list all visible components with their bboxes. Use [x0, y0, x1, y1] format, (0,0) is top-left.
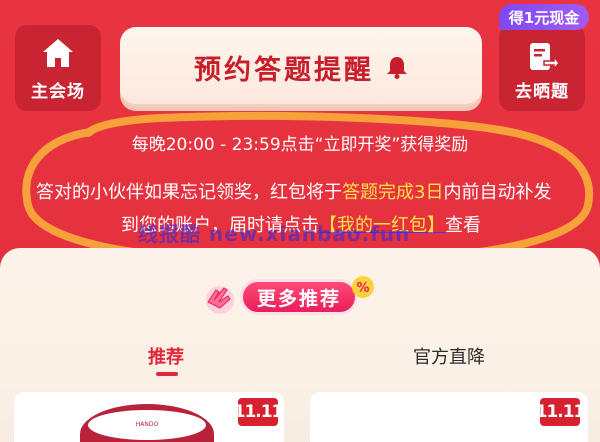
product-brand-text: HANDO [135, 421, 159, 428]
more-recommend-header: 更多推荐 % [200, 274, 374, 322]
double-eleven-badge: 11.11 [234, 398, 283, 426]
notice-time-line: 每晚20:00 - 23:59点击“立即开奖”获得奖励 [131, 135, 469, 155]
tab-active-indicator [156, 372, 178, 376]
svg-text:%: % [356, 281, 369, 296]
share-quiz-button[interactable]: 去晒题 [499, 25, 585, 111]
cash-reward-badge: 得1元现金 [499, 4, 589, 30]
main-venue-label: 主会场 [31, 82, 85, 102]
hand-wave-icon [206, 286, 234, 314]
bell-icon [387, 57, 407, 79]
notice-line2-suffix: 内前自动补发 [443, 182, 552, 203]
quiz-reminder-label: 预约答题提醒 [194, 54, 374, 86]
main-venue-button[interactable]: 主会场 [15, 25, 101, 111]
discount-tag-icon: % [352, 276, 374, 298]
notice-line2-prefix: 答对的小伙伴如果忘记领奖，红包将于 [36, 182, 342, 203]
share-doc-icon [530, 43, 560, 72]
notice-line2-highlight: 答题完成3日 [342, 182, 444, 203]
notice-line3-suffix: 查看 [445, 215, 481, 236]
share-quiz-label: 去晒题 [515, 82, 569, 102]
notice-reissue-line: 答对的小伙伴如果忘记领奖，红包将于答题完成3日内前自动补发 [36, 178, 551, 204]
tab-official-discount[interactable]: 官方直降 [413, 343, 485, 369]
double-eleven-badge: 11.11 [536, 398, 585, 426]
more-recommend-title: 更多推荐 [240, 279, 358, 315]
tab-recommend[interactable]: 推荐 [148, 343, 184, 369]
watermark-text: 线报酷 new.xianbao.fun [138, 222, 411, 246]
home-icon [43, 39, 73, 67]
quiz-reminder-button[interactable]: 预约答题提醒 [120, 27, 482, 107]
